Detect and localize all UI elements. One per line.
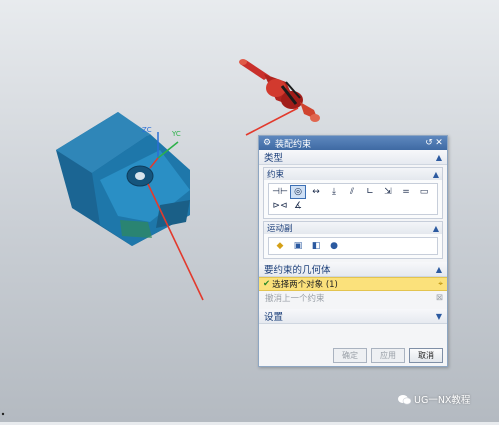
- constraint-group-header[interactable]: 约束 ▲: [264, 168, 442, 180]
- dialog-buttons: 确定 应用 取消: [333, 348, 443, 363]
- chevron-down-icon[interactable]: ▼: [436, 312, 442, 321]
- chevron-up-icon[interactable]: ▲: [436, 153, 442, 162]
- hinge-icon[interactable]: ◆: [272, 239, 288, 253]
- motion-group: 运动副 ▲ ◆ ▣ ◧ ●: [263, 221, 443, 259]
- bond-icon[interactable]: =: [398, 185, 414, 199]
- undo-constraint-row[interactable]: 撤消上一个约束 ⊠: [259, 291, 447, 305]
- gear-icon: ⚙: [262, 138, 272, 148]
- select-objects-row[interactable]: ✔ 选择两个对象 (1) ⌖: [259, 277, 447, 291]
- watermark: UG一NX教程: [398, 392, 470, 406]
- center-icon[interactable]: ▭: [416, 185, 432, 199]
- fit-icon[interactable]: ⇲: [380, 185, 396, 199]
- settings-section-header[interactable]: 设置 ▼: [259, 309, 447, 324]
- type-section-header[interactable]: 类型 ▲: [259, 150, 447, 165]
- chevron-up-icon[interactable]: ▲: [433, 224, 439, 233]
- constraint-icon-palette: ⊣⊢ ◎ ↔ ⤓ ⫽ ∟ ⇲ = ▭ ⊳⊲ ∡: [268, 183, 438, 215]
- touch-align-icon[interactable]: ⊣⊢: [272, 185, 288, 199]
- zc-label: ZC: [142, 126, 152, 134]
- dialog-titlebar[interactable]: ⚙ 装配约束 ↺ ✕: [259, 136, 447, 150]
- type-section-label: 类型: [264, 153, 284, 164]
- undo-constraint-label: 撤消上一个约束: [265, 294, 325, 304]
- watermark-text: UG一NX教程: [414, 395, 471, 406]
- ok-button[interactable]: 确定: [333, 348, 367, 363]
- settings-section-label: 设置: [264, 312, 284, 323]
- view-marker: [1, 412, 5, 416]
- blue-block-part[interactable]: [56, 112, 190, 246]
- distance-icon[interactable]: ↔: [308, 185, 324, 199]
- parallel-icon[interactable]: ⫽: [344, 185, 360, 199]
- angle-icon[interactable]: ⊳⊲: [272, 199, 288, 213]
- yc-label: YC: [171, 130, 181, 138]
- fix-icon[interactable]: ⤓: [326, 185, 342, 199]
- chevron-up-icon[interactable]: ▲: [433, 170, 439, 179]
- assembly-constraints-dialog: ⚙ 装配约束 ↺ ✕ 类型 ▲ 约束 ▲ ⊣⊢ ◎ ↔ ⤓ ⫽ ∟ ⇲ = ▭ …: [258, 135, 448, 367]
- wechat-icon: [398, 394, 411, 404]
- motion-icon-palette: ◆ ▣ ◧ ●: [268, 237, 438, 255]
- constraint-group: 约束 ▲ ⊣⊢ ◎ ↔ ⤓ ⫽ ∟ ⇲ = ▭ ⊳⊲ ∡: [263, 167, 443, 219]
- constraint-group-label: 约束: [267, 170, 285, 180]
- perpendicular-icon[interactable]: ∟: [362, 185, 378, 199]
- select-objects-label: 选择两个对象 (1): [272, 280, 338, 290]
- annotation-arrow: [245, 107, 299, 136]
- reset-icon[interactable]: ↺: [424, 138, 434, 148]
- checkmark-icon: ✔: [263, 279, 271, 289]
- crosshair-icon[interactable]: ⌖: [438, 279, 443, 289]
- undo-x-icon[interactable]: ⊠: [436, 293, 443, 303]
- close-icon[interactable]: ✕: [434, 138, 444, 148]
- slider-icon[interactable]: ▣: [290, 239, 306, 253]
- ball-joint-icon[interactable]: ●: [326, 239, 342, 253]
- align-lock-icon[interactable]: ∡: [290, 199, 306, 213]
- apply-button[interactable]: 应用: [371, 348, 405, 363]
- concentric-icon[interactable]: ◎: [290, 185, 306, 199]
- motion-group-header[interactable]: 运动副 ▲: [264, 222, 442, 234]
- cylindrical-icon[interactable]: ◧: [308, 239, 324, 253]
- geometry-section-header[interactable]: 要约束的几何体 ▲: [259, 262, 447, 277]
- dialog-title: 装配约束: [275, 139, 312, 150]
- motion-group-label: 运动副: [267, 224, 293, 234]
- cancel-button[interactable]: 取消: [409, 348, 443, 363]
- red-pin-part[interactable]: [239, 59, 320, 122]
- chevron-up-icon[interactable]: ▲: [436, 265, 442, 274]
- geometry-section-label: 要约束的几何体: [264, 265, 331, 276]
